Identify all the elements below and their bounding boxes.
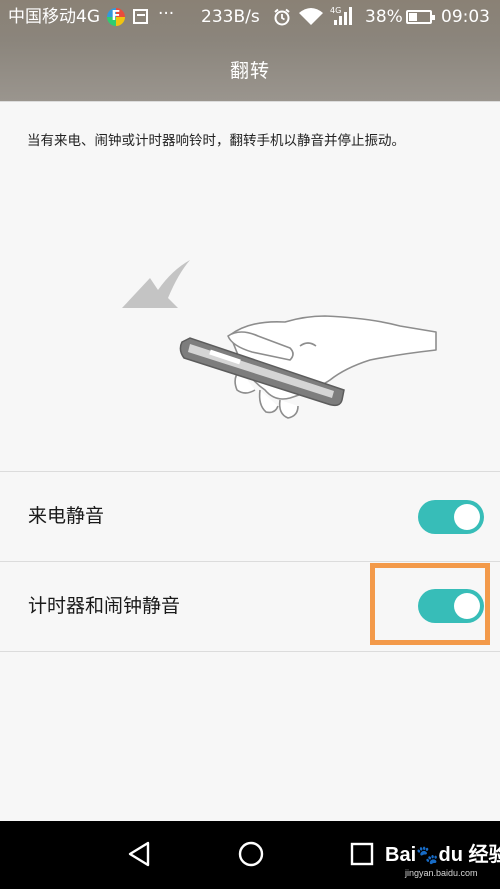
- flip-gesture-illustration: [122, 260, 437, 419]
- watermark-cn: 经验: [468, 844, 500, 866]
- image-notification-icon: [133, 9, 148, 24]
- header: 中国移动4G F ··· 233B/s 4G 38% 09:03 翻转: [0, 0, 500, 101]
- battery-level: [409, 13, 417, 21]
- paw-icon: 🐾: [416, 845, 439, 865]
- toggle-knob: [454, 504, 480, 530]
- signal-icon: 4G: [330, 6, 352, 25]
- app-notification-icon: F: [107, 8, 125, 26]
- highlight-annotation-box: [370, 563, 490, 645]
- app-badge-letter: F: [111, 9, 121, 24]
- row-divider: [0, 651, 500, 652]
- battery-percent: 38%: [365, 7, 403, 27]
- carrier-label: 中国移动4G: [8, 7, 100, 27]
- setting-label: 计时器和闹钟静音: [28, 595, 181, 617]
- call-mute-toggle[interactable]: [418, 500, 484, 534]
- flip-arrow-icon: [122, 260, 190, 308]
- recents-square-icon[interactable]: [349, 840, 375, 868]
- alarm-icon: [274, 8, 290, 26]
- back-triangle-icon[interactable]: [126, 840, 152, 868]
- wifi-icon: [299, 8, 323, 25]
- baidu-watermark-logo: Bai🐾du 经验: [385, 838, 500, 867]
- header-divider: [0, 101, 500, 102]
- battery-icon: [406, 10, 435, 24]
- setting-row-call-mute[interactable]: 来电静音: [0, 472, 500, 561]
- more-notifications: ···: [158, 4, 175, 24]
- watermark-url: jingyan.baidu.com: [405, 868, 478, 878]
- network-badge: 4G: [330, 6, 341, 15]
- status-bar: 中国移动4G F ··· 233B/s 4G 38% 09:03: [0, 0, 500, 34]
- feature-description: 当有来电、闹钟或计时器响铃时，翻转手机以静音并停止振动。: [27, 133, 405, 149]
- network-speed: 233B/s: [201, 7, 260, 27]
- page-title: 翻转: [229, 60, 270, 82]
- watermark-brand-end: du: [438, 844, 463, 866]
- setting-label: 来电静音: [28, 505, 105, 527]
- watermark-brand: Bai: [385, 844, 417, 866]
- home-circle-icon[interactable]: [237, 840, 265, 868]
- clock: 09:03: [441, 7, 490, 27]
